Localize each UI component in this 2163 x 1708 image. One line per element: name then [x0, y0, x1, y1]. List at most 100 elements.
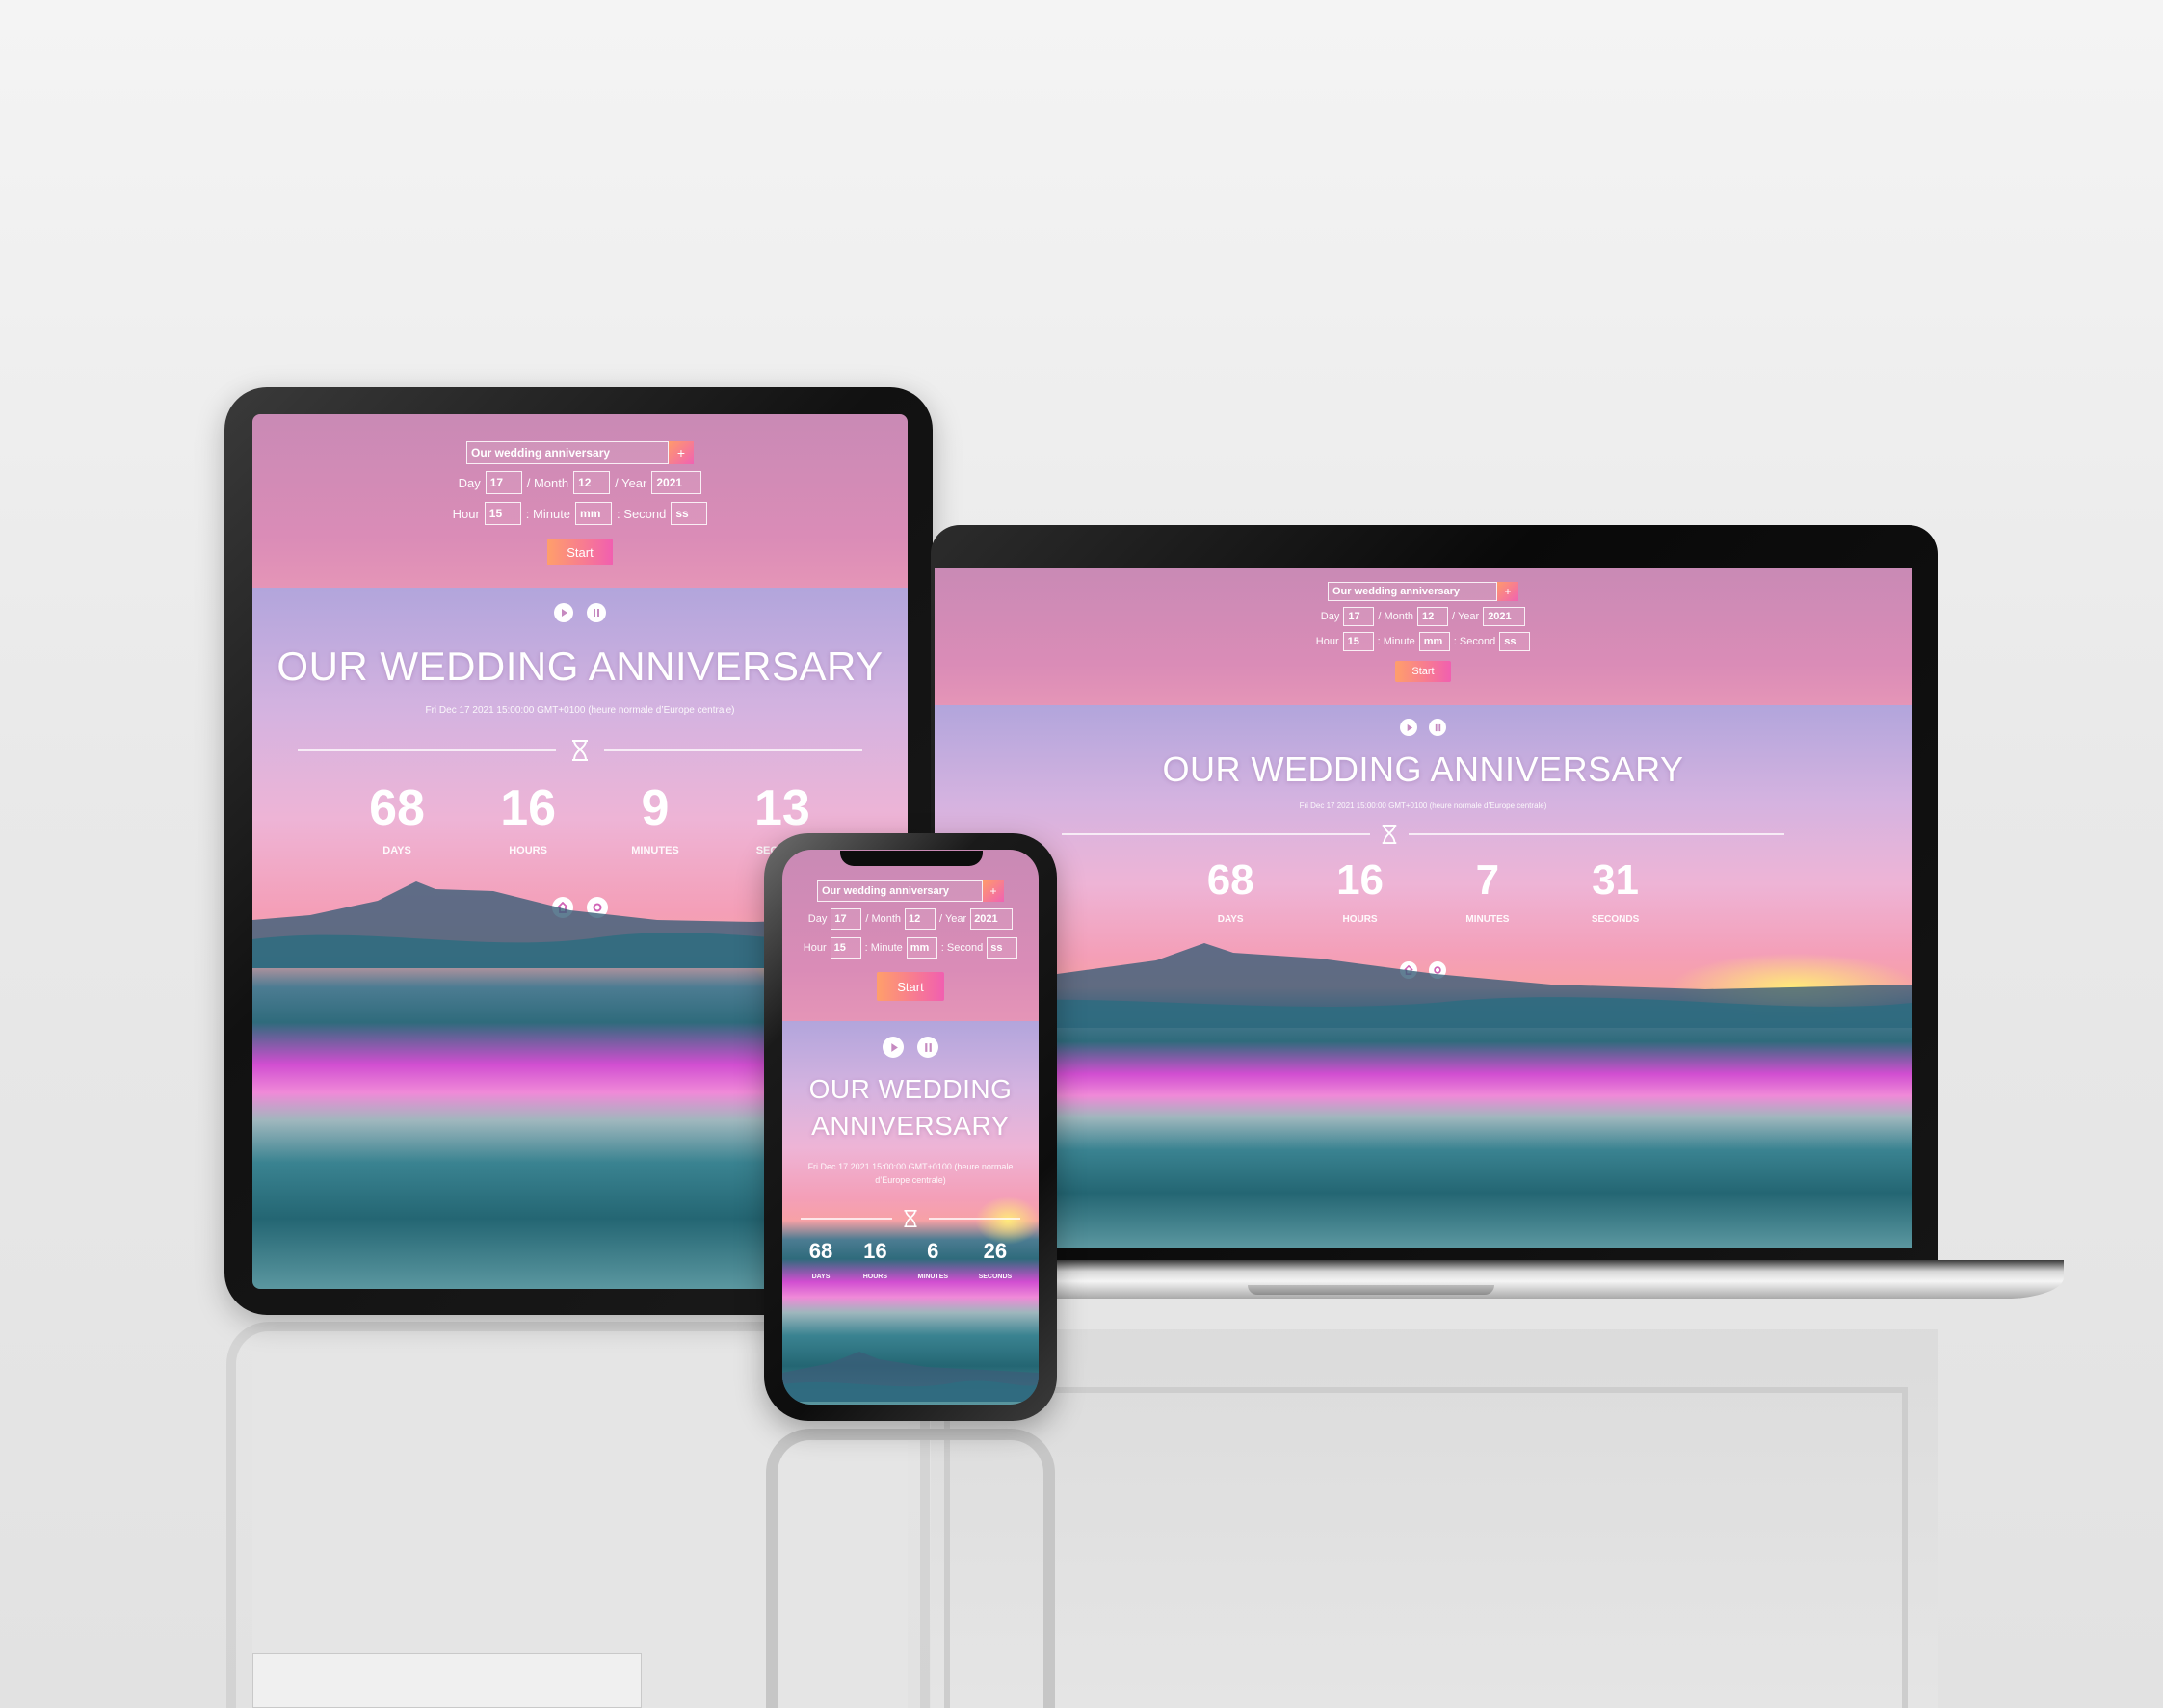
play-button[interactable]	[1400, 719, 1417, 736]
year-input[interactable]: 2021	[1483, 607, 1526, 626]
settings-panel: Our wedding anniversary + Day 17 / Month…	[252, 414, 908, 588]
hour-label: Hour	[452, 506, 480, 521]
month-input[interactable]: 12	[1417, 607, 1449, 626]
start-button[interactable]: Start	[547, 539, 613, 565]
second-label: : Second	[1453, 636, 1496, 647]
year-label: / Year	[1452, 611, 1480, 622]
phone-reflection	[766, 1429, 1055, 1708]
second-input[interactable]: ss	[671, 502, 708, 525]
hourglass-divider	[252, 739, 908, 762]
add-button[interactable]: +	[1497, 582, 1518, 601]
event-date: Fri Dec 17 2021 15:00:00 GMT+0100 (heure…	[807, 1162, 1014, 1185]
days-value: 68	[369, 780, 425, 836]
minute-input[interactable]: mm	[575, 502, 613, 525]
day-label: Day	[1320, 611, 1340, 622]
hours-value: 16	[863, 1239, 887, 1263]
days-label: DAYS	[811, 1274, 831, 1280]
hours-value: 16	[1336, 856, 1385, 904]
year-input[interactable]: 2021	[970, 908, 1014, 930]
event-date: Fri Dec 17 2021 15:00:00 GMT+0100 (heure…	[1299, 801, 1547, 810]
day-label: Day	[458, 475, 481, 490]
second-input[interactable]: ss	[1499, 632, 1531, 651]
event-name-input[interactable]: Our wedding anniversary	[817, 880, 983, 902]
play-icon	[890, 1042, 898, 1052]
add-button[interactable]: +	[669, 441, 694, 464]
days-counter: 68 DAYS	[1207, 856, 1254, 925]
hourglass-icon	[1382, 825, 1397, 844]
pause-button[interactable]	[587, 603, 606, 622]
start-button[interactable]: Start	[877, 972, 944, 1001]
day-input[interactable]: 17	[485, 471, 522, 494]
hours-value: 16	[500, 780, 557, 836]
seconds-counter: 26 SECONDS	[979, 1239, 1013, 1280]
pause-icon	[1435, 723, 1440, 731]
day-input[interactable]: 17	[1343, 607, 1375, 626]
add-button[interactable]: +	[983, 880, 1004, 902]
month-input[interactable]: 12	[905, 908, 936, 930]
minutes-label: MINUTES	[1465, 914, 1510, 925]
phone-notch	[840, 851, 983, 866]
minutes-counter: 7 MINUTES	[1465, 856, 1509, 925]
days-counter: 68 DAYS	[809, 1239, 832, 1280]
pause-button[interactable]	[917, 1037, 938, 1058]
minutes-label: MINUTES	[631, 845, 679, 856]
day-input[interactable]: 17	[831, 908, 862, 930]
pause-icon	[924, 1042, 932, 1052]
year-label: / Year	[939, 913, 967, 925]
event-date: Fri Dec 17 2021 15:00:00 GMT+0100 (heure…	[425, 705, 735, 716]
minute-input[interactable]: mm	[906, 937, 937, 959]
month-label: / Month	[1378, 611, 1414, 622]
laptop-screen: Our wedding anniversary + Day 17 / Month…	[935, 568, 1912, 1248]
mountain-silhouette	[782, 1352, 1039, 1402]
seconds-value: 13	[754, 780, 810, 836]
laptop-reflection-screen	[944, 1387, 1908, 1708]
second-label: : Second	[617, 506, 667, 521]
days-label: DAYS	[382, 845, 411, 856]
hour-input[interactable]: 15	[1342, 632, 1374, 651]
play-button[interactable]	[883, 1037, 904, 1058]
laptop-trackpad-notch	[1248, 1285, 1494, 1295]
event-name-input[interactable]: Our wedding anniversary	[466, 441, 669, 464]
event-title: OUR WEDDING ANNIVERSARY	[1162, 749, 1684, 789]
month-label: / Month	[526, 475, 569, 490]
hours-counter: 16 HOURS	[863, 1239, 887, 1280]
hourglass-icon	[572, 740, 588, 761]
second-input[interactable]: ss	[987, 937, 1018, 959]
hourglass-divider	[782, 1208, 1039, 1229]
month-label: / Month	[865, 913, 902, 925]
hourglass-divider	[935, 824, 1912, 845]
hour-label: Hour	[1315, 636, 1339, 647]
year-input[interactable]: 2021	[651, 471, 702, 494]
minute-input[interactable]: mm	[1418, 632, 1450, 651]
event-title: OUR WEDDING ANNIVERSARY	[277, 644, 884, 689]
start-button[interactable]: Start	[1395, 661, 1451, 682]
play-button[interactable]	[554, 603, 573, 622]
event-name-input[interactable]: Our wedding anniversary	[1328, 582, 1497, 601]
hours-label: HOURS	[862, 1274, 888, 1280]
phone-screen: Our wedding anniversary + Day 17 / Month…	[782, 850, 1039, 1405]
hour-input[interactable]: 15	[830, 937, 861, 959]
countdown-app: Our wedding anniversary + Day 17 / Month…	[782, 850, 1039, 1405]
pause-button[interactable]	[1429, 719, 1446, 736]
hours-label: HOURS	[509, 845, 547, 856]
hours-counter: 16 HOURS	[500, 779, 556, 856]
event-title: OUR WEDDING ANNIVERSARY	[808, 1074, 1013, 1141]
days-value: 68	[808, 1239, 833, 1263]
minutes-value: 7	[1475, 856, 1500, 904]
settings-panel: Our wedding anniversary + Day 17 / Month…	[935, 568, 1912, 705]
seconds-value: 31	[1592, 856, 1640, 904]
minutes-value: 9	[641, 780, 670, 836]
second-label: : Second	[940, 942, 984, 954]
month-input[interactable]: 12	[573, 471, 611, 494]
minutes-counter: 9 MINUTES	[631, 779, 679, 856]
hour-input[interactable]: 15	[484, 502, 521, 525]
minute-label: : Minute	[864, 942, 903, 954]
hour-label: Hour	[803, 942, 827, 954]
countdown-app: Our wedding anniversary + Day 17 / Month…	[935, 568, 1912, 1248]
seconds-value: 26	[983, 1239, 1008, 1263]
minute-label: : Minute	[525, 506, 571, 521]
days-value: 68	[1206, 856, 1254, 904]
seconds-label: SECONDS	[1591, 914, 1640, 925]
minutes-label: MINUTES	[917, 1274, 949, 1280]
mountain-silhouette	[935, 943, 1912, 1028]
